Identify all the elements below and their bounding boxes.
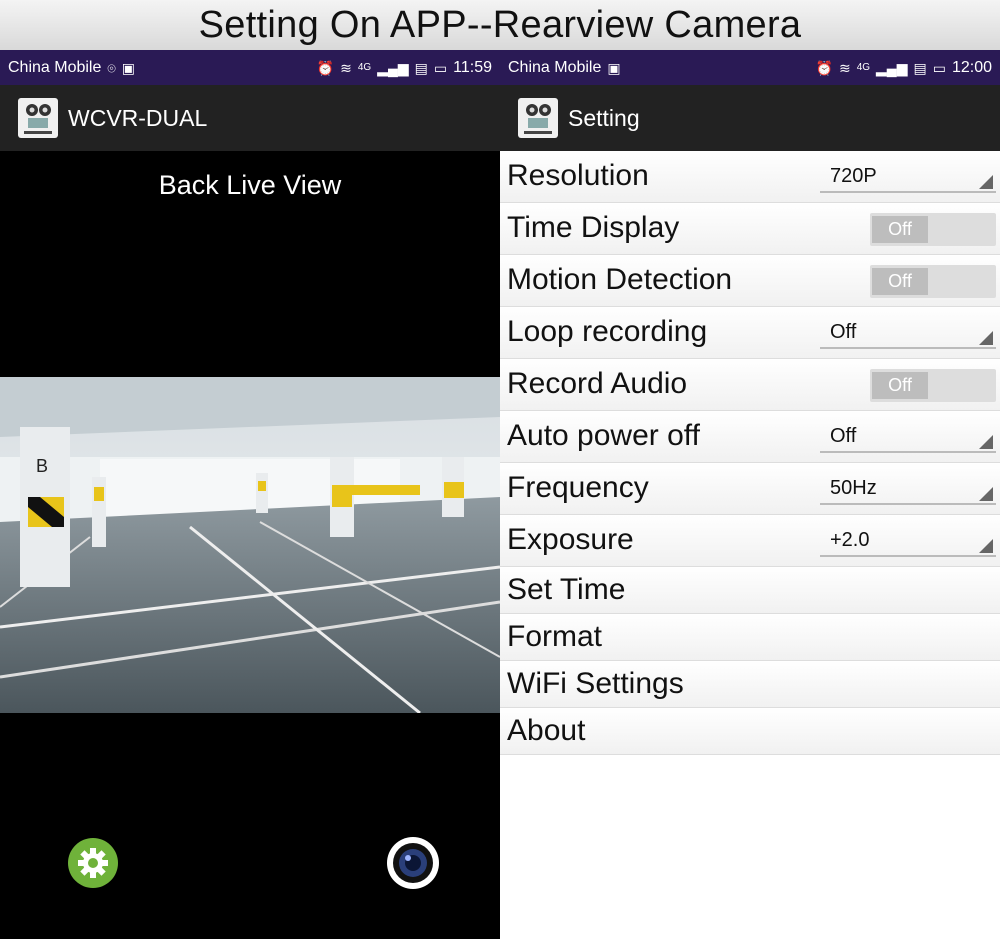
- setting-label: Loop recording: [507, 315, 708, 348]
- dropdown-value: 50Hz: [830, 477, 877, 499]
- gear-icon: [78, 848, 108, 878]
- setting-row-exposure: Exposure +2.0: [500, 515, 1000, 567]
- battery-icon: ▭: [433, 59, 448, 76]
- dropdown-arrow-icon: [979, 175, 993, 189]
- battery-icon: ▭: [932, 59, 946, 76]
- settings-list: Resolution 720P Time Display Off Motion Dete…: [500, 151, 1000, 755]
- setting-label: Frequency: [507, 471, 649, 504]
- status-bar: China Mobile ▣ ⏰ ≋ 4G ▂▄▆ ▤ ▭ 12:00: [500, 50, 1000, 85]
- clock: 11:59: [453, 58, 492, 76]
- banner-title: Setting On APP--Rearview Camera: [198, 4, 802, 46]
- status-bar: China Mobile ⌾ ▣ ⏰ ≋ 4G ▂▄▆ ▤ ▭ 11:59: [0, 50, 500, 85]
- sim-icon: ▤: [414, 59, 428, 76]
- toggle-state: Off: [872, 372, 928, 399]
- setting-label: Format: [507, 620, 603, 653]
- clock: 12:00: [951, 58, 992, 76]
- signal-icon: ▂▄▆: [876, 59, 908, 76]
- settings-screen: China Mobile ▣ ⏰ ≋ 4G ▂▄▆ ▤ ▭ 12:00 Sett…: [500, 50, 1000, 939]
- setting-row-auto-power-off: Auto power off Off: [500, 411, 1000, 463]
- app-logo-icon: [18, 98, 58, 138]
- setting-row-format[interactable]: Format: [500, 614, 1000, 661]
- motion-detection-toggle[interactable]: Off: [870, 265, 996, 298]
- camera-lens-icon: [393, 843, 433, 883]
- dropdown-arrow-icon: [979, 331, 993, 345]
- time-display-toggle[interactable]: Off: [870, 213, 996, 246]
- frequency-dropdown[interactable]: 50Hz: [820, 475, 996, 505]
- toggle-state: Off: [872, 268, 928, 295]
- svg-text:B: B: [36, 456, 48, 476]
- alarm-icon: ⏰: [815, 59, 833, 76]
- dropdown-arrow-icon: [979, 539, 993, 553]
- image-icon: ▣: [121, 59, 136, 76]
- setting-row-loop-recording: Loop recording Off: [500, 307, 1000, 359]
- capture-button[interactable]: [387, 837, 439, 889]
- setting-label: Record Audio: [507, 367, 688, 400]
- setting-label: Exposure: [507, 523, 634, 556]
- signal-icon: ▂▄▆: [377, 59, 409, 76]
- banner: Setting On APP--Rearview Camera: [0, 0, 1000, 50]
- app-title: Setting: [568, 104, 640, 131]
- alarm-icon: ⏰: [316, 59, 335, 76]
- setting-row-frequency: Frequency 50Hz: [500, 463, 1000, 515]
- location-icon: ⌾: [107, 59, 116, 76]
- app-title: WCVR-DUAL: [68, 104, 208, 131]
- record-audio-toggle[interactable]: Off: [870, 369, 996, 402]
- dropdown-value: Off: [830, 321, 857, 343]
- sim-icon: ▤: [913, 59, 927, 76]
- image-icon: ▣: [607, 59, 621, 76]
- carrier-label: China Mobile: [508, 58, 602, 76]
- setting-label: Resolution: [507, 159, 649, 192]
- setting-label: Motion Detection: [507, 263, 733, 296]
- app-logo-icon: [518, 98, 558, 138]
- setting-row-record-audio: Record Audio Off: [500, 359, 1000, 411]
- app-bar: Setting: [500, 85, 1000, 151]
- network-type: 4G: [357, 61, 372, 73]
- network-type: 4G: [856, 61, 871, 73]
- setting-label: About: [507, 714, 586, 747]
- setting-row-motion-detection: Motion Detection Off: [500, 255, 1000, 307]
- camera-feed-image: B: [0, 377, 500, 713]
- setting-row-resolution: Resolution 720P: [500, 151, 1000, 203]
- live-view-label: Back Live View: [158, 170, 342, 200]
- dropdown-arrow-icon: [979, 435, 993, 449]
- resolution-dropdown[interactable]: 720P: [820, 163, 996, 193]
- auto-power-off-dropdown[interactable]: Off: [820, 423, 996, 453]
- setting-row-time-display: Time Display Off: [500, 203, 1000, 255]
- dropdown-value: 720P: [830, 165, 877, 187]
- wifi-icon: ≋: [340, 59, 352, 76]
- setting-label: WiFi Settings: [507, 667, 684, 700]
- setting-label: Auto power off: [507, 419, 700, 452]
- setting-row-wifi-settings[interactable]: WiFi Settings: [500, 661, 1000, 708]
- dropdown-value: Off: [830, 425, 857, 447]
- app-bar: WCVR-DUAL: [0, 85, 500, 151]
- toggle-state: Off: [872, 216, 928, 243]
- setting-label: Set Time: [507, 573, 626, 606]
- setting-row-set-time[interactable]: Set Time: [500, 567, 1000, 614]
- wifi-icon: ≋: [838, 59, 851, 76]
- carrier-label: China Mobile: [8, 58, 102, 76]
- setting-label: Time Display: [507, 211, 680, 244]
- loop-recording-dropdown[interactable]: Off: [820, 319, 996, 349]
- exposure-dropdown[interactable]: +2.0: [820, 527, 996, 557]
- dropdown-value: +2.0: [830, 529, 870, 551]
- settings-button[interactable]: [68, 838, 118, 888]
- live-view-screen: China Mobile ⌾ ▣ ⏰ ≋ 4G ▂▄▆ ▤ ▭ 11:59 WC…: [0, 50, 500, 939]
- dropdown-arrow-icon: [979, 487, 993, 501]
- setting-row-about[interactable]: About: [500, 708, 1000, 755]
